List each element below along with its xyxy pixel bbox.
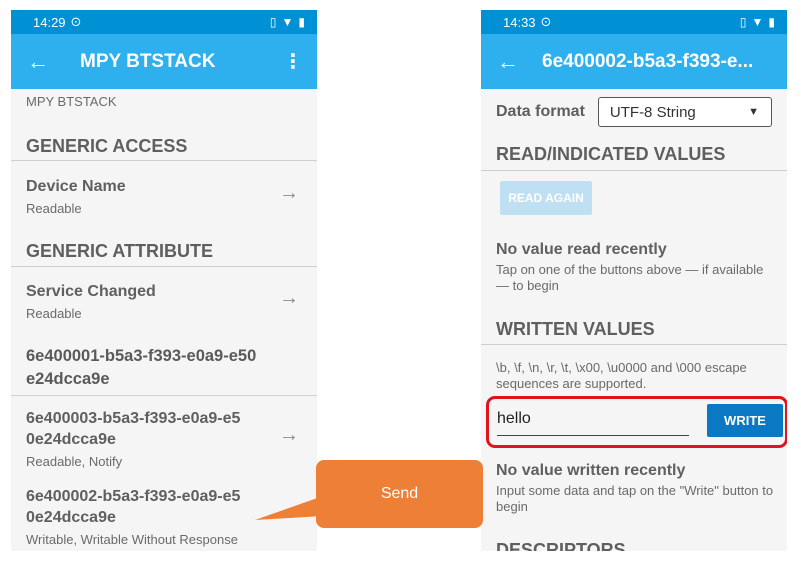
sync-icon: ⊙ (70, 14, 82, 29)
characteristic-props: Readable, Notify (26, 454, 123, 469)
status-time: 14:29 (33, 14, 66, 30)
dropdown-arrow-icon: ▼ (748, 106, 759, 118)
characteristic-name: Service Changed (26, 283, 156, 300)
divider (11, 266, 317, 267)
service-uuid-header: 6e400001-b5a3-f393-e0a9-e50 e24dcca9e (26, 345, 256, 391)
characteristic-props: Readable (26, 306, 82, 321)
no-read-title: No value read recently (496, 241, 667, 258)
right-screen: 14:33 ⊙ ▯ ▼ ▮ ← 6e400002-b5a3-f393-e... … (481, 10, 787, 551)
sync-icon: ⊙ (540, 14, 552, 29)
page-title: MPY BTSTACK (80, 50, 216, 72)
no-read-description: Tap on one of the buttons above — if ava… (496, 262, 764, 293)
overflow-menu-icon[interactable]: ⋮ (283, 49, 303, 74)
app-bar: ← 6e400002-b5a3-f393-e... (481, 34, 787, 89)
wifi-icon: ▼ (751, 15, 764, 29)
page-title: 6e400002-b5a3-f393-e... (542, 50, 754, 72)
section-read-values: READ/INDICATED VALUES (496, 144, 726, 164)
characteristic-name-line2: 0e24dcca9e (26, 509, 116, 526)
divider (11, 160, 317, 161)
data-format-select[interactable]: UTF-8 String ▼ (597, 97, 772, 127)
section-descriptors: DESCRIPTORS (496, 540, 626, 551)
chevron-right-icon: → (279, 287, 299, 309)
data-format-label: Data format (496, 103, 585, 120)
device-subtitle: MPY BTSTACK (26, 94, 117, 109)
characteristic-6e400002[interactable]: 6e400002-b5a3-f393-e0a9-e5 0e24dcca9e Wr… (11, 486, 317, 547)
characteristic-name: Device Name (26, 178, 126, 195)
read-again-button[interactable]: READ AGAIN (500, 181, 592, 215)
characteristic-service-changed[interactable]: Service Changed Readable → (11, 281, 317, 321)
characteristic-name-line1: 6e400002-b5a3-f393-e0a9-e5 (26, 488, 241, 505)
characteristic-name-line1: 6e400003-b5a3-f393-e0a9-e5 (26, 410, 241, 427)
characteristic-6e400003[interactable]: 6e400003-b5a3-f393-e0a9-e5 0e24dcca9e Re… (11, 408, 317, 469)
battery-icon: ▮ (768, 15, 775, 29)
left-screen: 14:29 ⊙ ▯ ▼ ▮ ← MPY BTSTACK ⋮ MPY BTSTAC… (11, 10, 317, 551)
back-arrow-icon[interactable]: ← (27, 49, 67, 75)
send-callout: Send (316, 460, 483, 528)
characteristic-device-name[interactable]: Device Name Readable → (11, 176, 317, 216)
battery-icon: ▮ (298, 15, 305, 29)
data-format-row: Data format UTF-8 String ▼ (481, 89, 787, 127)
section-generic-access: GENERIC ACCESS (26, 136, 188, 156)
data-format-value: UTF-8 String (609, 103, 696, 121)
chevron-right-icon: → (279, 424, 299, 446)
callout-text: Send (380, 485, 419, 502)
no-write-description: Input some data and tap on the "Write" b… (496, 483, 774, 514)
vibrate-icon: ▯ (269, 15, 277, 29)
highlight-box (486, 396, 787, 448)
no-write-title: No value written recently (496, 462, 686, 479)
characteristic-props: Writable, Writable Without Response (26, 532, 238, 547)
section-generic-attribute: GENERIC ATTRIBUTE (26, 241, 213, 261)
characteristic-name-line2: 0e24dcca9e (26, 431, 116, 448)
divider (11, 395, 317, 396)
status-time: 14:33 (503, 14, 536, 30)
divider (481, 344, 787, 345)
divider (481, 170, 787, 171)
escape-note: \b, \f, \n, \r, \t, \x00, \u0000 and \00… (496, 360, 747, 391)
status-bar: 14:33 ⊙ ▯ ▼ ▮ (481, 10, 787, 34)
chevron-right-icon: → (279, 182, 299, 204)
chevron-right-icon: → (279, 502, 299, 524)
vibrate-icon: ▯ (739, 15, 747, 29)
service-uuid-line2: e24dcca9e (26, 370, 110, 388)
service-uuid-line1: 6e400001-b5a3-f393-e0a9-e50 (26, 347, 257, 365)
app-bar: ← MPY BTSTACK ⋮ (11, 34, 317, 89)
status-bar: 14:29 ⊙ ▯ ▼ ▮ (11, 10, 317, 34)
wifi-icon: ▼ (281, 15, 294, 29)
characteristic-props: Readable (26, 201, 82, 216)
section-written-values: WRITTEN VALUES (496, 319, 655, 339)
back-arrow-icon[interactable]: ← (497, 49, 537, 75)
